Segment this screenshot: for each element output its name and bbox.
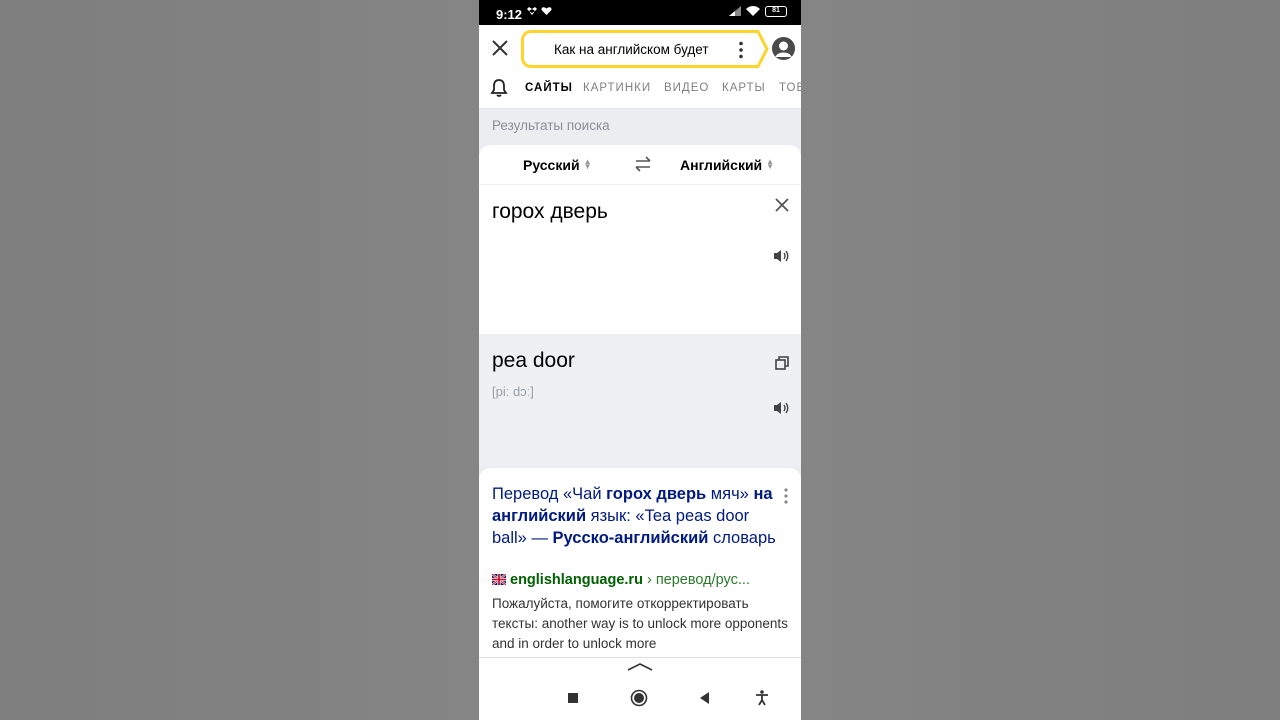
avatar[interactable]	[772, 37, 795, 60]
speaker-icon[interactable]	[773, 400, 791, 416]
kebab-menu-icon[interactable]	[783, 488, 789, 504]
sort-arrows-icon: ▲ ▼	[766, 157, 775, 171]
home-icon[interactable]	[630, 689, 648, 707]
source-text-input[interactable]: горох дверь	[492, 200, 608, 224]
tab-maps[interactable]: КАРТЫ	[722, 82, 766, 94]
status-bar: 9:12 81	[479, 0, 801, 25]
chevron-up-icon	[627, 663, 653, 671]
search-input[interactable]: Как на английском будет	[521, 30, 757, 68]
tab-video[interactable]: ВИДЕО	[664, 82, 709, 94]
search-header: Как на английском будет	[479, 25, 801, 75]
sort-arrows-icon: ▲ ▼	[583, 157, 592, 171]
status-system-icons: 81	[729, 6, 787, 17]
result-path: › перевод/рус...	[642, 572, 750, 588]
result-title-part: мяч»	[706, 485, 754, 503]
accessibility-icon[interactable]	[753, 689, 771, 707]
result-snippet: Пожалуйста, помогите откорректировать те…	[492, 596, 788, 651]
search-query: Как на английском будет	[554, 42, 709, 57]
result-title-part: Русско-английский	[552, 529, 709, 547]
recents-icon[interactable]	[564, 689, 582, 707]
source-language-select[interactable]: Русский ▲ ▼	[523, 157, 592, 173]
transcription: [piː dɔː]	[492, 384, 534, 399]
translation-output: pea door [piː dɔː]	[479, 334, 801, 465]
avatar-icon	[772, 37, 795, 60]
result-title-part: Перевод «Чай	[492, 485, 607, 503]
wifi-icon	[746, 6, 760, 16]
battery-icon: 81	[765, 6, 787, 17]
target-language-select[interactable]: Английский ▲ ▼	[680, 157, 774, 173]
result-host: englishlanguage.ru	[510, 572, 643, 588]
status-time: 9:12	[496, 7, 523, 22]
result-title-link[interactable]: Перевод «Чай горох дверь мяч» на английс…	[492, 483, 777, 549]
heart-icon	[541, 7, 552, 15]
language-row: Русский ▲ ▼ Английский ▲ ▼	[479, 145, 801, 185]
result-title-part: словарь	[708, 529, 776, 547]
tab-images[interactable]: КАРТИНКИ	[583, 82, 651, 94]
signal-icon	[729, 6, 741, 16]
target-language-label: Английский	[680, 157, 763, 173]
search-tabs: САЙТЫ КАРТИНКИ ВИДЕО КАРТЫ ТОВ	[479, 75, 801, 109]
bottom-sheet-handle[interactable]	[479, 657, 801, 677]
dropbox-icon	[527, 7, 537, 15]
kebab-menu-icon[interactable]	[738, 41, 744, 59]
results-label: Результаты поиска	[492, 118, 610, 133]
result-url[interactable]: englishlanguage.ru › перевод/рус...	[492, 572, 750, 588]
backdrop-left	[0, 0, 479, 720]
bell-icon[interactable]	[490, 78, 508, 98]
tab-sites[interactable]: САЙТЫ	[525, 82, 573, 94]
back-icon[interactable]	[696, 689, 714, 707]
backdrop-right	[801, 0, 1280, 720]
translator-widget: Русский ▲ ▼ Английский ▲ ▼ горох дверь pea d…	[479, 145, 801, 465]
swap-icon[interactable]	[634, 156, 652, 172]
status-notification-icons	[527, 6, 552, 16]
system-nav-bar	[479, 677, 801, 720]
clear-icon[interactable]	[774, 197, 790, 213]
source-language-label: Русский	[523, 157, 580, 173]
speaker-icon[interactable]	[773, 248, 791, 264]
close-icon[interactable]	[489, 37, 511, 59]
result-title-part: горох дверь	[606, 485, 707, 503]
uk-flag-icon	[492, 574, 506, 585]
tab-goods[interactable]: ТОВ	[779, 82, 801, 94]
copy-icon[interactable]	[775, 356, 789, 370]
search-result: Перевод «Чай горох дверь мяч» на английс…	[479, 468, 801, 663]
search-arrow-tip	[755, 30, 769, 68]
phone-screen: 9:12 81 Как на английском будет САЙТЫ КА…	[479, 0, 801, 720]
translation-text: pea door	[492, 349, 575, 372]
